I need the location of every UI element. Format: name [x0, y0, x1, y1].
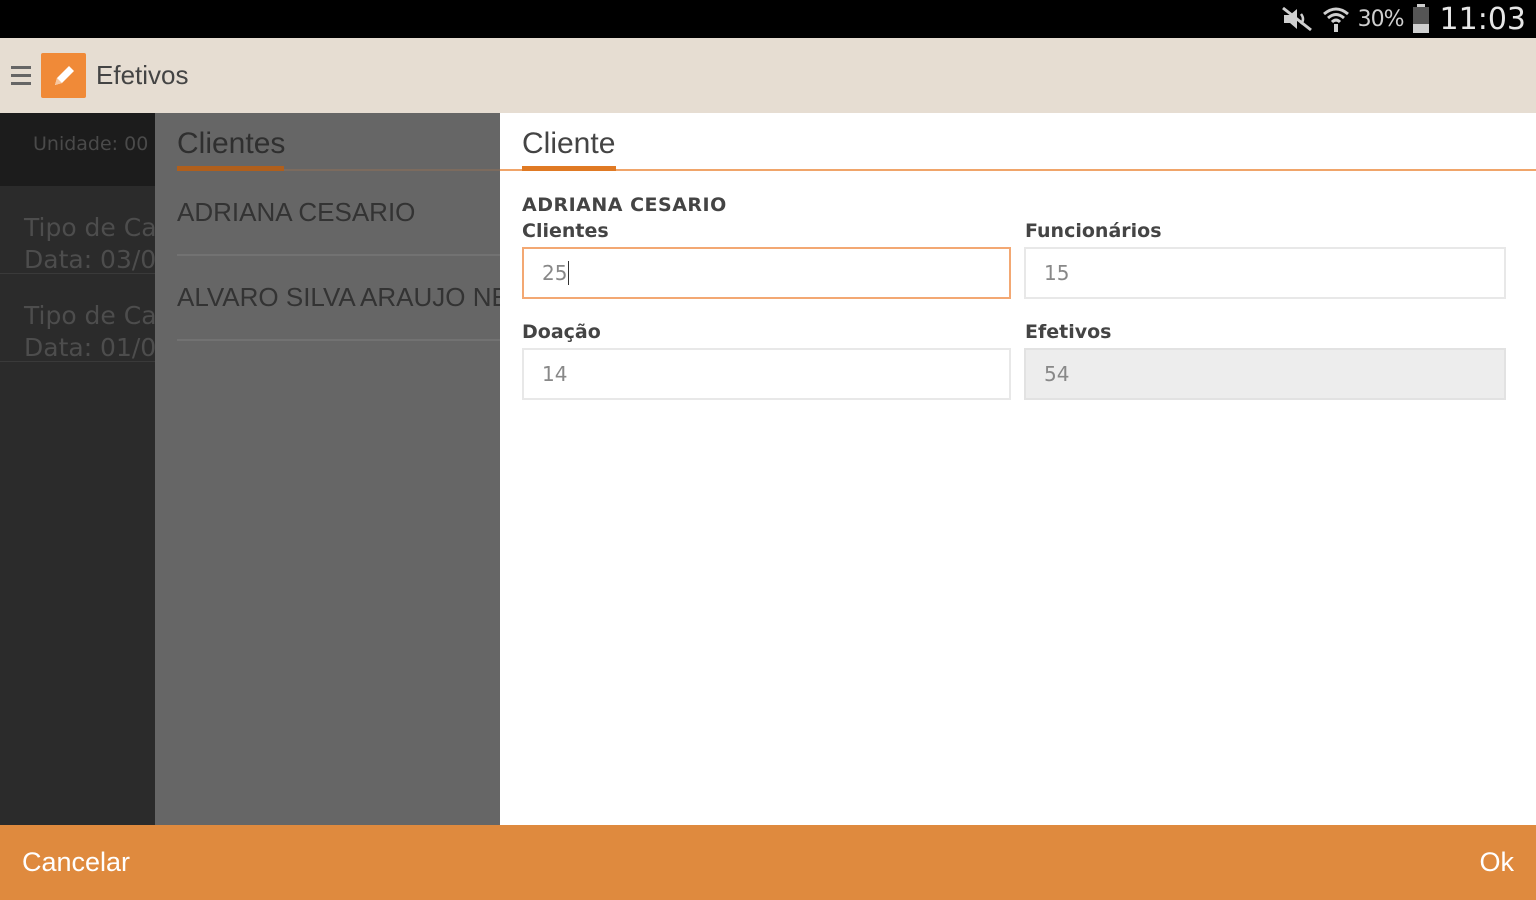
list-item: Tipo de Ca Data: 01/04 — [0, 274, 155, 362]
tab-clientes[interactable]: Clientes — [177, 113, 500, 171]
text-caret — [568, 261, 570, 285]
clientes-label: Clientes — [522, 220, 609, 242]
wifi-icon — [1322, 5, 1350, 33]
client-detail: Cliente ADRIANA CESARIO Clientes 25 Func… — [500, 113, 1536, 825]
clientes-input[interactable]: 25 — [522, 247, 1011, 299]
tab-label: Cliente — [522, 127, 616, 160]
client-item-adriana[interactable]: ADRIANA CESARIO — [177, 171, 500, 256]
efetivos-label: Efetivos — [1025, 321, 1112, 343]
doacao-input[interactable]: 14 — [522, 348, 1011, 400]
cancel-button[interactable]: Cancelar — [22, 847, 130, 878]
battery-percent: 30% — [1357, 6, 1405, 32]
unit-label: Unidade: 00 — [0, 113, 155, 186]
background-list: Unidade: 00 Tipo de Ca Data: 03/04 Tipo … — [0, 113, 155, 825]
pencil-icon[interactable] — [41, 53, 86, 98]
list-item: Tipo de Ca Data: 03/04 — [0, 186, 155, 274]
doacao-label: Doação — [522, 321, 601, 343]
client-name: ADRIANA CESARIO — [522, 194, 727, 216]
menu-icon[interactable] — [11, 66, 31, 85]
tab-indicator — [522, 166, 616, 171]
clock: 11:03 — [1439, 1, 1526, 37]
dialog-action-bar: Cancelar Ok — [0, 825, 1536, 900]
clients-list: Clientes ADRIANA CESARIO ALVARO SILVA AR… — [155, 113, 500, 825]
action-bar: Efetivos — [0, 38, 1536, 113]
page-title: Efetivos — [96, 60, 189, 90]
battery-icon — [1412, 4, 1430, 34]
client-item-alvaro[interactable]: ALVARO SILVA ARAUJO NETO — [177, 256, 500, 341]
funcionarios-input[interactable]: 15 — [1024, 247, 1506, 299]
mute-icon — [1280, 5, 1314, 33]
status-bar: 30% 11:03 — [0, 0, 1536, 38]
efetivos-field: 54 — [1024, 348, 1506, 400]
ok-button[interactable]: Ok — [1479, 847, 1514, 878]
funcionarios-label: Funcionários — [1025, 220, 1162, 242]
tab-label: Clientes — [177, 127, 286, 160]
tab-cliente[interactable]: Cliente — [500, 113, 1536, 171]
tab-indicator — [177, 166, 284, 171]
